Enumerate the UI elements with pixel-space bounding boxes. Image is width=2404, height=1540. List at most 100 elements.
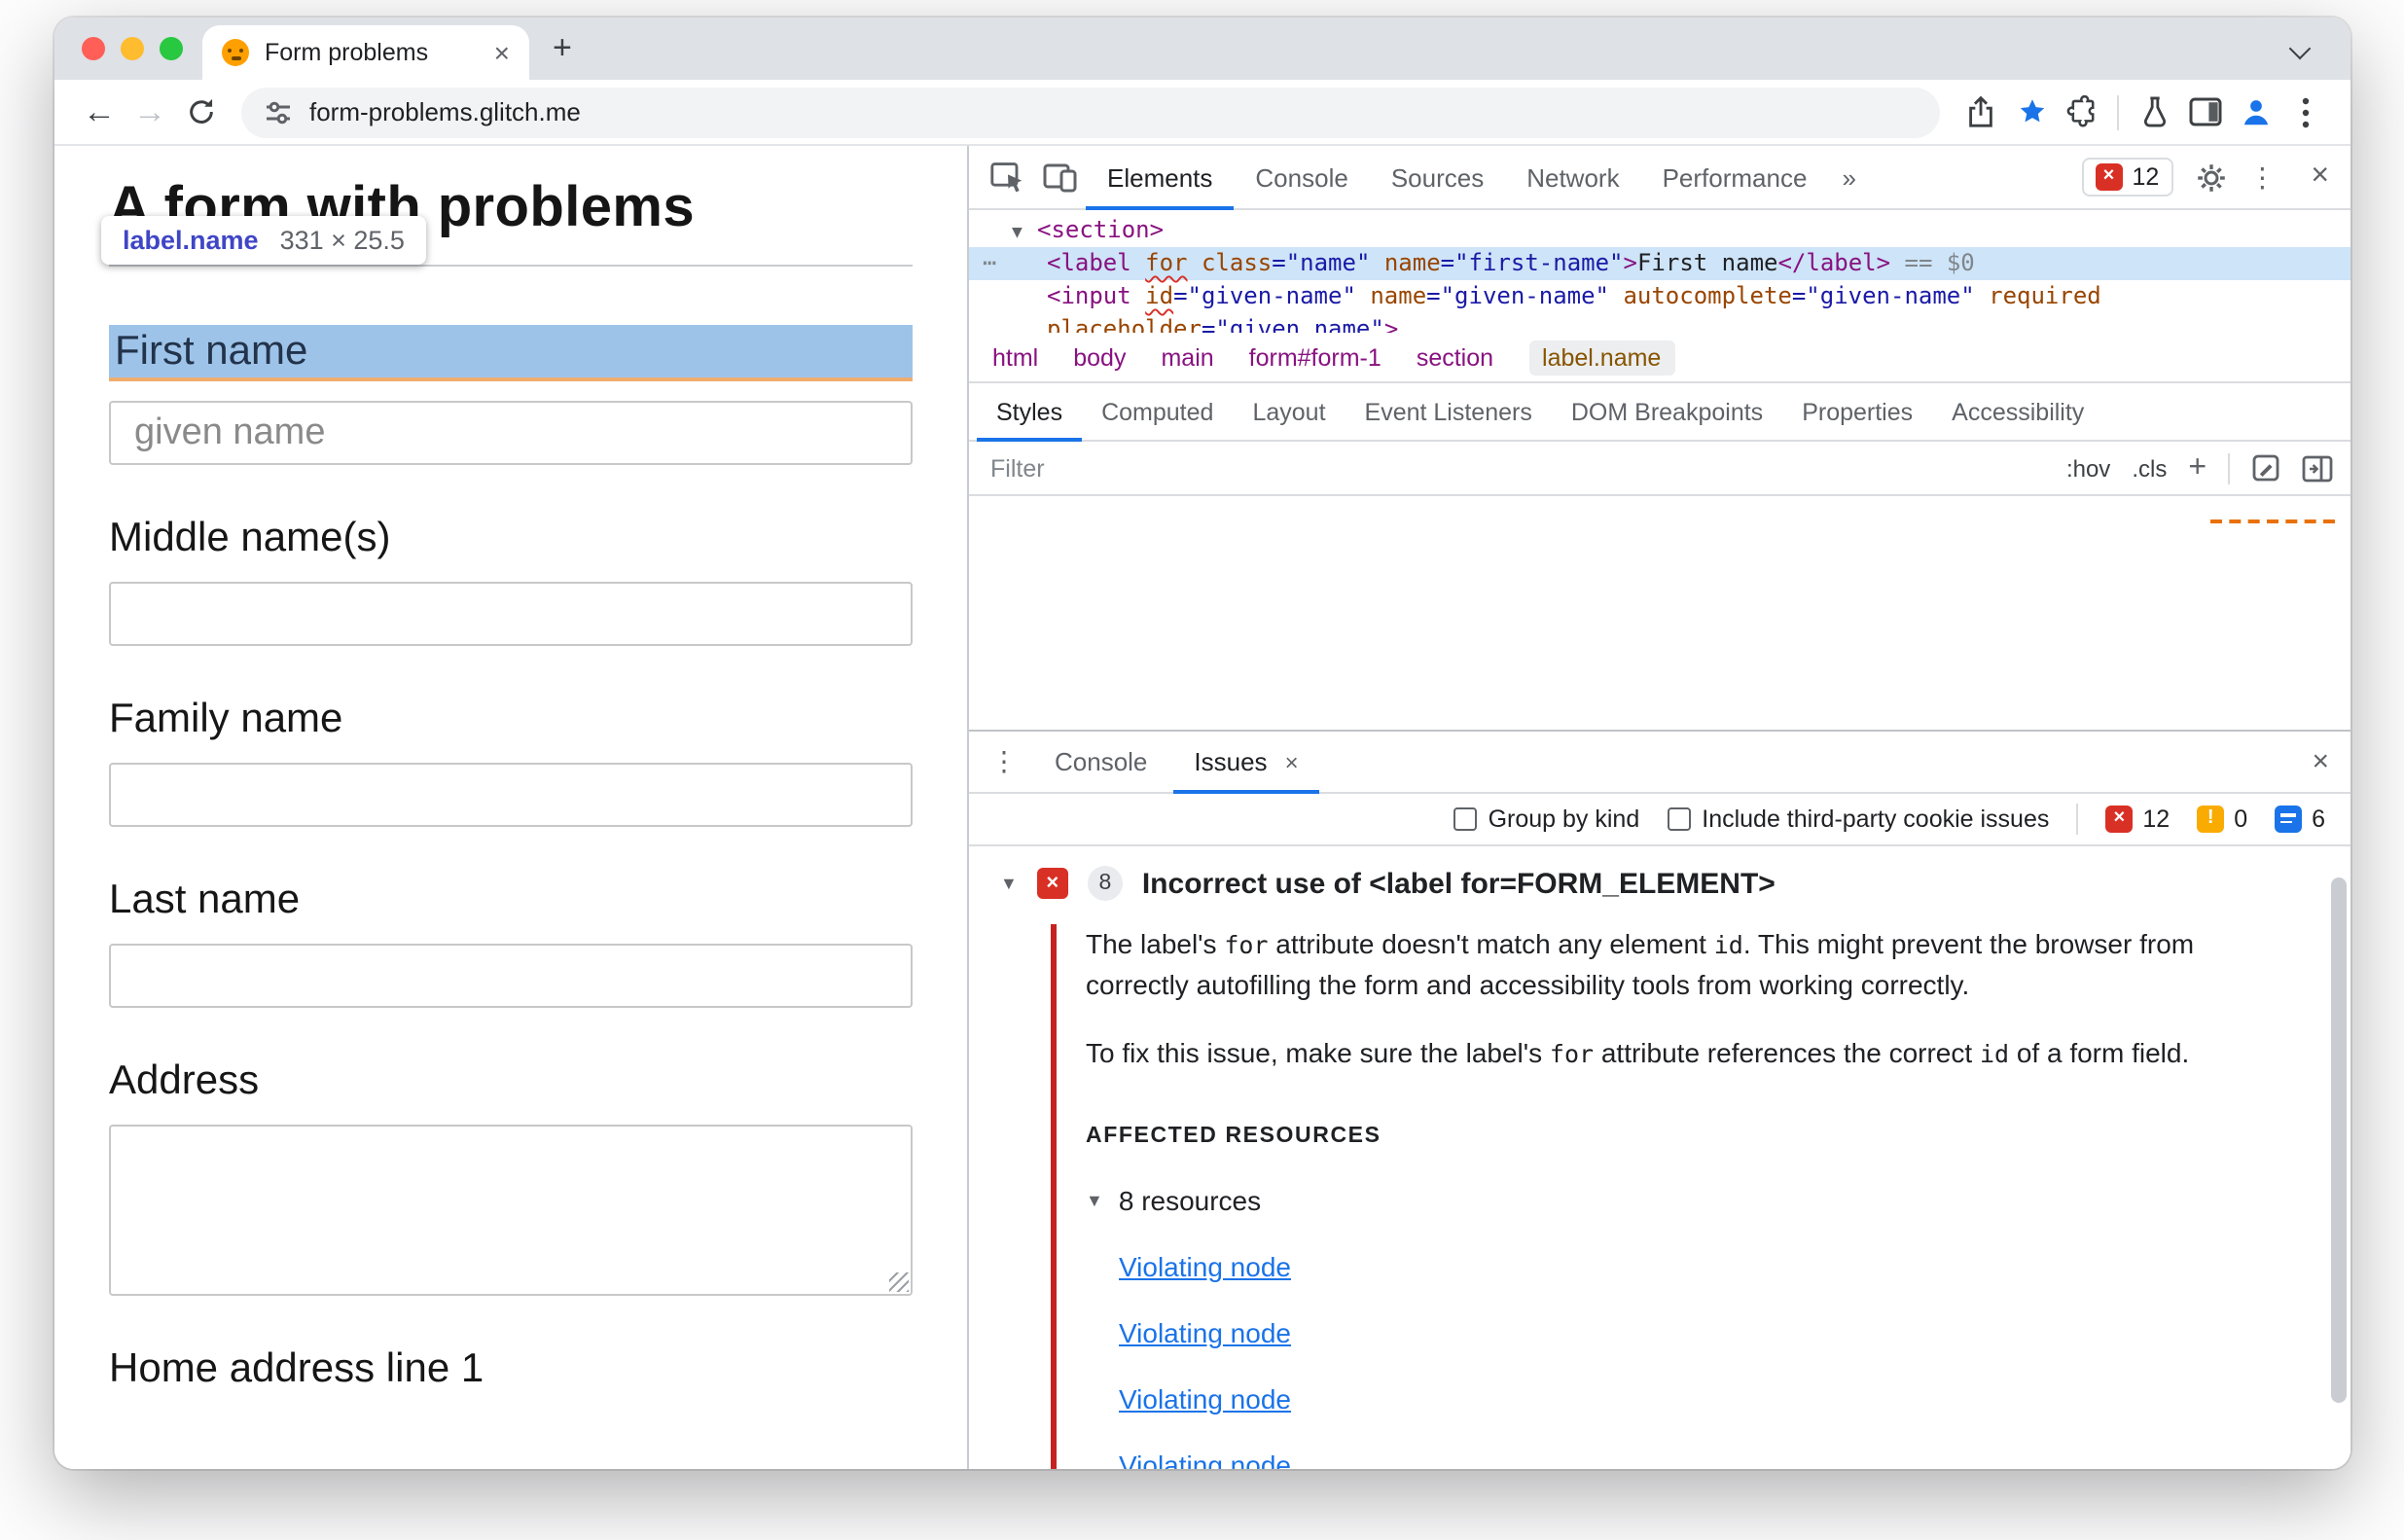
inspect-element-icon[interactable] [981,161,1033,194]
back-icon[interactable]: ← [74,92,125,131]
minimize-window-button[interactable] [121,37,144,60]
tab-accessibility[interactable]: Accessibility [1932,382,2103,441]
rendering-brush-icon[interactable] [2251,453,2280,483]
devtools-tab-elements[interactable]: Elements [1086,145,1234,209]
issues-tab-close-icon[interactable]: × [1285,750,1299,773]
tab-properties[interactable]: Properties [1782,382,1932,441]
tree-row-section[interactable]: ▼ <section> [969,214,2350,247]
devtools-panel: Elements Console Sources Network Perform… [967,146,2350,1469]
tab-computed[interactable]: Computed [1082,382,1233,441]
issue-description: The label's for attribute doesn't match … [1086,928,2195,1000]
tree-row-clipped[interactable]: placeholder="given name"> [969,313,2350,333]
class-toggle-button[interactable]: .cls [2132,454,2167,482]
breadcrumb-body[interactable]: body [1073,343,1126,371]
close-window-button[interactable] [82,37,105,60]
tree-row-label-selected[interactable]: ⋯ <label for class="name" name="first-nam… [969,247,2350,280]
warning-counter: ! 0 [2197,806,2247,833]
form-label-family-name: Family name [109,697,343,741]
inspect-tooltip-selector: label.name [123,226,259,255]
styles-filter-input[interactable] [987,452,2066,483]
first-name-input[interactable] [109,401,913,465]
expand-arrow-icon[interactable]: ▼ [1012,218,1037,251]
forward-icon[interactable]: → [125,92,175,131]
bookmark-star-icon[interactable] [2006,95,2057,128]
new-style-rule-icon[interactable]: + [2188,450,2207,485]
experiments-flask-icon[interactable] [2129,95,2179,128]
tab-dom-breakpoints[interactable]: DOM Breakpoints [1552,382,1782,441]
label-class-attr: class [1187,249,1273,276]
form-label-home-address-1: Home address line 1 [109,1346,484,1391]
elements-tree: ▼ <section> ⋯ <label for class="name" name… [969,210,2350,333]
issues-count-button[interactable]: × 12 [2081,158,2173,197]
breadcrumb-label-selected[interactable]: label.name [1528,340,1675,375]
device-toolbar-icon[interactable] [1033,161,1086,193]
more-tabs-icon[interactable]: » [1828,162,1869,192]
new-tab-button[interactable]: + [553,29,572,68]
dollar-zero-annotation: == $0 [1890,249,1975,276]
address-textarea[interactable] [109,1125,913,1296]
window-content: label.name 331 × 25.5 A form with proble… [54,146,2350,1469]
violating-node-link[interactable]: Violating node [1119,1313,1291,1354]
address-bar[interactable]: form-problems.glitch.me [241,87,1940,137]
tree-row-input[interactable]: <input id="given-name" name="given-name"… [969,280,2350,313]
devtools-close-icon[interactable]: × [2311,161,2329,193]
third-party-cookie-checkbox[interactable]: Include third-party cookie issues [1667,806,2049,833]
violating-node-link[interactable]: Violating node [1119,1247,1291,1288]
devtools-tab-performance[interactable]: Performance [1641,145,1829,209]
drawer-close-icon[interactable]: × [2312,747,2329,776]
textarea-resize-handle[interactable] [889,1272,909,1292]
devtools-tab-console[interactable]: Console [1234,145,1369,209]
last-name-input[interactable] [109,944,913,1008]
issues-toolbar: Group by kind Include third-party cookie… [969,794,2350,846]
share-icon[interactable] [1955,95,2006,128]
site-settings-icon[interactable] [265,98,292,125]
label-inner-text: First name [1636,249,1778,276]
hover-state-button[interactable]: :hov [2066,454,2110,482]
devtools-menu-kebab-icon[interactable]: ⋮ [2248,161,2276,194]
issues-scrollbar-thumb[interactable] [2331,877,2347,1403]
input-placeholder-attr: placeholder [1047,315,1202,333]
breadcrumb-form[interactable]: form#form-1 [1249,343,1381,371]
extensions-icon[interactable] [2057,95,2107,128]
tab-close-icon[interactable]: × [494,39,510,66]
browser-tab[interactable]: Form problems × [202,25,529,80]
devtools-settings-gear-icon[interactable] [2196,162,2225,192]
tab-search-chevron-icon[interactable] [2288,37,2312,60]
tab-styles[interactable]: Styles [977,382,1082,441]
reload-icon[interactable] [175,97,226,126]
sidebar-layout-icon[interactable] [2302,454,2333,482]
side-panel-icon[interactable] [2179,97,2230,126]
group-by-kind-checkbox[interactable]: Group by kind [1453,806,1639,833]
violating-node-link[interactable]: Violating node [1119,1379,1291,1420]
zoom-window-button[interactable] [160,37,183,60]
devtools-tab-sources[interactable]: Sources [1370,145,1505,209]
breadcrumb-section[interactable]: section [1417,343,1493,371]
issue-expand-icon[interactable]: ▼ [1000,874,1018,893]
drawer-menu-kebab-icon[interactable]: ⋮ [990,745,1018,778]
browser-menu-kebab-icon[interactable] [2280,96,2331,127]
breadcrumb-main[interactable]: main [1161,343,1213,371]
browser-toolbar: ← → form-problems.glitch.me [54,80,2350,146]
error-badge-icon: × [2095,163,2123,191]
resources-toggle[interactable]: ▼ 8 resources [1086,1181,2292,1222]
issue-header[interactable]: ▼ × 8 Incorrect use of <label for=FORM_E… [1000,866,2350,901]
warnings-count: 0 [2234,806,2248,833]
violating-node-link[interactable]: Violating node [1119,1446,1291,1469]
drawer-tab-console[interactable]: Console [1033,731,1168,793]
filter-separator [2228,452,2230,483]
middle-name-input[interactable] [109,582,913,646]
devtools-tab-network[interactable]: Network [1505,145,1640,209]
tab-layout[interactable]: Layout [1233,382,1345,441]
breadcrumb-html[interactable]: html [992,343,1038,371]
message-badge-icon [2275,806,2303,833]
drawer-tab-issues[interactable]: Issues × [1172,731,1319,793]
resources-expand-icon[interactable]: ▼ [1086,1181,1103,1222]
tab-event-listeners[interactable]: Event Listeners [1346,382,1552,441]
family-name-input[interactable] [109,763,913,827]
label-class-value: ="name" [1272,249,1371,276]
label-name-value: ="first-name" [1440,249,1624,276]
inspect-highlight-margin [109,377,913,381]
checkbox-icon[interactable] [1667,807,1691,831]
profile-avatar-icon[interactable] [2230,95,2280,128]
checkbox-icon[interactable] [1453,807,1477,831]
